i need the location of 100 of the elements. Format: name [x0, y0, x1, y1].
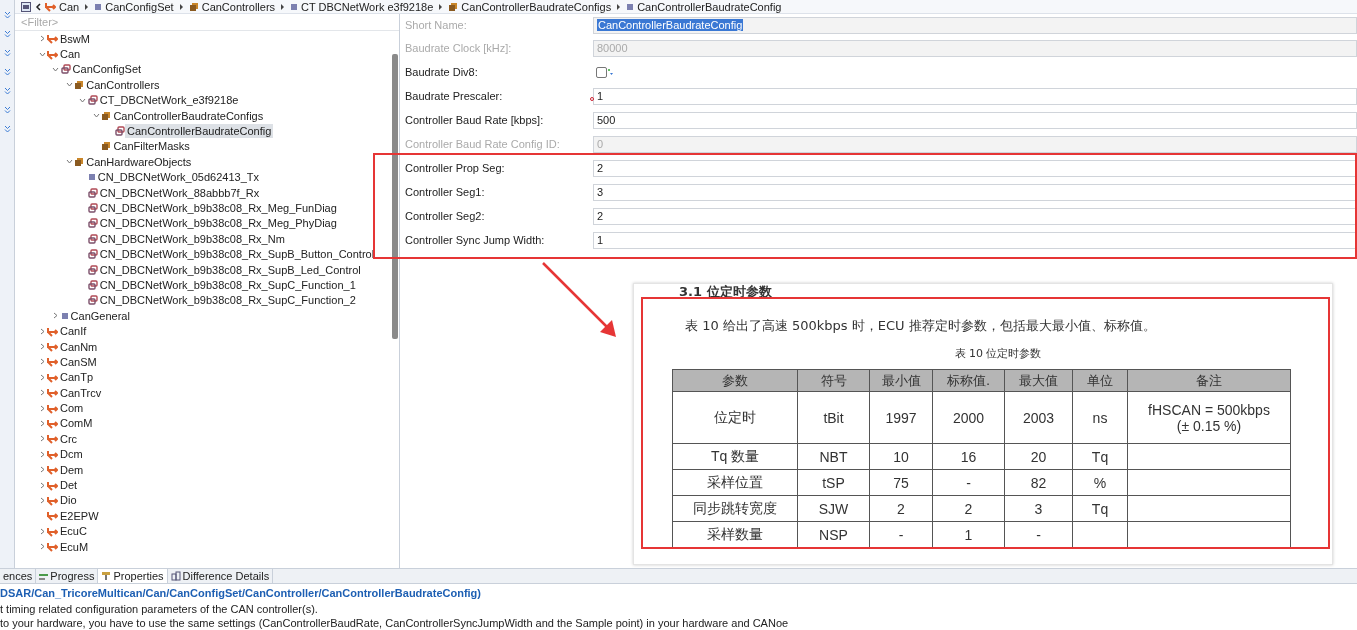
layout-icon[interactable] [21, 1, 31, 12]
table-header: 最小值 [869, 369, 933, 392]
tree-item[interactable]: EcuM [58, 539, 91, 554]
table-cell: 3 [1004, 495, 1073, 522]
link-icon [87, 203, 98, 213]
tree-item[interactable]: Com [58, 401, 86, 416]
checkbox[interactable] [596, 66, 607, 78]
panel-tab[interactable]: Difference Details [167, 569, 274, 584]
table-cell: fHSCAN = 500kbps (± 0.15 %) [1127, 391, 1291, 444]
tree-item[interactable]: Can [58, 47, 83, 62]
field-label: Short Name: [404, 19, 468, 31]
field-label: Baudrate Div8: [404, 66, 479, 78]
table-cell: 2000 [932, 391, 1005, 444]
container-icon [188, 1, 199, 12]
input-field[interactable]: 3 [593, 183, 1357, 201]
module-icon [47, 356, 58, 368]
description-text: t timing related configuration parameters of the CAN controller(s). [0, 602, 319, 616]
breadcrumb-item[interactable]: CT DBCNetWork e3f9218e [301, 0, 434, 13]
field-label: Controller Baud Rate Config ID: [404, 138, 561, 150]
tree-item[interactable]: CN_DBCNetWork_05d62413_Tx [95, 170, 261, 185]
tree-item[interactable]: CanIf [58, 324, 89, 339]
breadcrumb-item[interactable]: CanControllerBaudrateConfig [637, 0, 782, 13]
link-icon [87, 249, 98, 260]
field-label: Controller Baud Rate [kbps]: [404, 114, 545, 126]
expand-icon[interactable] [3, 68, 11, 76]
tree-item[interactable]: CN_DBCNetWork_b9b38c08_Rx_SupC_Function_1 [97, 277, 358, 292]
table-cell: 75 [869, 469, 933, 496]
tree-item[interactable]: EcuC [58, 524, 89, 539]
tree-item[interactable]: Dio [58, 493, 79, 508]
chevron-down-icon[interactable] [65, 158, 73, 166]
input-field[interactable]: 2 [593, 159, 1357, 177]
breadcrumb-item[interactable]: Can [59, 0, 80, 13]
module-icon [47, 48, 58, 60]
tree-item[interactable]: CanGeneral [68, 308, 132, 323]
dropdown-icon[interactable] [607, 68, 614, 76]
table-cell: Tq [1072, 443, 1128, 470]
square-icon [87, 173, 96, 182]
tree-item[interactable]: CanControllerBaudrateConfig [125, 124, 274, 139]
link-icon [87, 264, 98, 275]
table-cell: 16 [932, 443, 1005, 470]
tree-item[interactable]: CN_DBCNetWork_b9b38c08_Rx_Nm [97, 231, 287, 246]
table-cell: 位定时 [672, 391, 798, 444]
tree-item[interactable]: CanConfigSet [70, 62, 144, 77]
tree-item[interactable]: CanNm [58, 339, 100, 354]
tree-item[interactable]: CanTp [58, 370, 96, 385]
tree-item[interactable]: CT_DBCNetWork_e3f9218e [97, 93, 241, 108]
panel-tab[interactable]: Properties [98, 569, 168, 584]
tree-item[interactable]: CN_DBCNetWork_b9b38c08_Rx_SupB_Led_Control [97, 262, 363, 277]
link-icon [87, 218, 98, 229]
table-cell: 20 [1004, 443, 1073, 470]
square-icon [60, 311, 69, 320]
input-field[interactable]: 1 [593, 231, 1357, 249]
expand-icon[interactable] [3, 125, 11, 133]
tree-item[interactable]: Det [58, 478, 80, 492]
link-icon [115, 126, 125, 137]
tree-item[interactable]: Crc [58, 431, 80, 446]
link-icon [87, 279, 98, 290]
module-icon [47, 510, 58, 522]
tree-item[interactable]: Dcm [58, 447, 85, 462]
expand-icon[interactable] [3, 87, 11, 95]
tree-item[interactable]: CN_DBCNetWork_b9b38c08_Rx_SupC_Function_2 [97, 293, 358, 308]
table-cell: 82 [1004, 469, 1073, 496]
table-header: 符号 [797, 369, 870, 392]
expand-icon[interactable] [3, 11, 11, 19]
tree-item[interactable]: CN_DBCNetWork_88abbb7f_Rx [97, 185, 262, 200]
scrollbar[interactable] [392, 54, 398, 339]
field-label: Baudrate Clock [kHz]: [404, 42, 513, 54]
panel-tab[interactable]: ences [0, 569, 37, 584]
tree-item[interactable]: CN_DBCNetWork_b9b38c08_Rx_SupB_Button_Control [97, 247, 377, 262]
tree-item[interactable]: BswM [58, 31, 92, 46]
field-label: Controller Seg1: [404, 186, 486, 198]
tree-item[interactable]: ComM [58, 416, 95, 431]
tree-item[interactable]: CanHardwareObjects [84, 154, 194, 169]
input-field[interactable]: 500 [593, 111, 1357, 129]
breadcrumb-item[interactable]: CanConfigSet [105, 0, 174, 13]
chevron-right-icon[interactable] [38, 35, 46, 43]
tree-item[interactable]: CN_DBCNetWork_b9b38c08_Rx_Meg_FunDiag [97, 201, 339, 215]
tree-item[interactable]: Dem [58, 462, 86, 477]
input-field[interactable]: 2 [593, 207, 1357, 225]
tree-item[interactable]: CanTrcv [58, 385, 104, 400]
container-icon [74, 156, 85, 167]
input-field[interactable]: 1 [593, 87, 1357, 105]
expand-icon[interactable] [3, 49, 11, 57]
table-caption: 表 10 位定时参数 [954, 346, 1042, 361]
module-icon [45, 1, 56, 12]
tree-item[interactable]: CanSM [58, 354, 99, 369]
tree-item[interactable]: CanControllers [84, 77, 162, 92]
tree-item[interactable]: E2EPW [58, 508, 101, 523]
breadcrumb-item[interactable]: CanControllerBaudrateConfigs [461, 0, 612, 13]
square-icon [626, 2, 635, 11]
tree-item[interactable]: CanFilterMasks [111, 139, 192, 154]
container-icon [74, 79, 85, 90]
expand-icon[interactable] [3, 30, 11, 38]
module-icon [47, 494, 58, 506]
breadcrumb-item[interactable]: CanControllers [201, 0, 276, 13]
expand-icon[interactable] [3, 106, 11, 114]
tree-item[interactable]: CN_DBCNetWork_b9b38c08_Rx_Meg_PhyDiag [97, 216, 339, 231]
tree-item[interactable]: CanControllerBaudrateConfigs [111, 108, 266, 123]
field-label: Baudrate Prescaler: [404, 90, 504, 102]
back-icon[interactable] [35, 2, 41, 11]
